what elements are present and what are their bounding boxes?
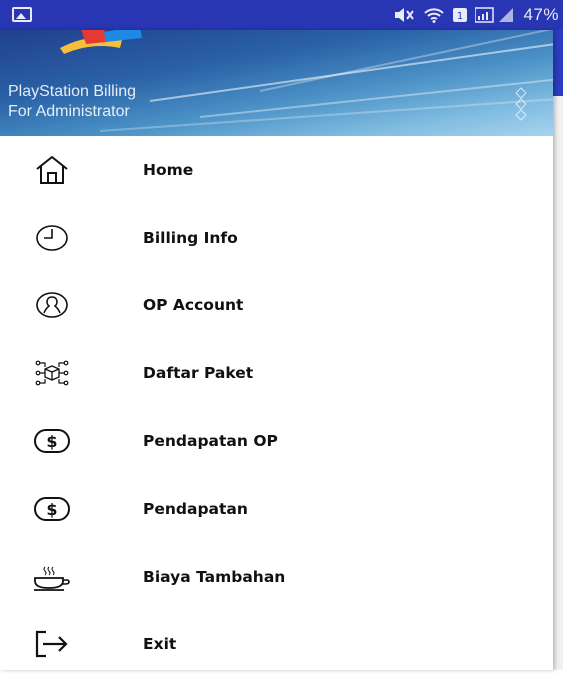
menu-item-home[interactable]: Home: [0, 136, 553, 204]
package-network-icon: [32, 356, 72, 390]
dollar-icon: $: [32, 492, 72, 526]
header-title-line1: PlayStation Billing: [8, 83, 137, 100]
signal-icon: [475, 7, 514, 23]
menu-item-label: Billing Info: [143, 228, 238, 247]
menu-item-exit[interactable]: Exit: [0, 611, 553, 678]
drawer-menu: Home Billing Info OP Account Daftar Pake…: [0, 136, 553, 678]
status-icons: 1 47%: [393, 5, 559, 25]
clock-icon: [32, 221, 72, 255]
navigation-drawer: PlayStation Billing For Administrator Ho…: [0, 30, 553, 670]
home-icon: [32, 153, 72, 187]
menu-item-label: Pendapatan OP: [143, 432, 278, 451]
status-bar: 1 47%: [0, 0, 563, 30]
exit-icon: [32, 627, 72, 661]
mute-icon: [395, 8, 415, 22]
menu-item-biaya-tambahan[interactable]: Biaya Tambahan: [0, 543, 553, 611]
playstation-logo-icon: [60, 30, 142, 54]
drawer-header: PlayStation Billing For Administrator: [0, 30, 553, 136]
menu-item-label: Pendapatan: [143, 499, 248, 518]
menu-item-pendapatan[interactable]: $ Pendapatan: [0, 475, 553, 543]
battery-percent: 47%: [523, 5, 559, 24]
header-title-line2: For Administrator: [8, 103, 130, 120]
menu-item-label: OP Account: [143, 296, 244, 315]
menu-item-label: Home: [143, 160, 194, 179]
svg-text:$: $: [46, 500, 57, 519]
underlying-app-bar: [553, 30, 563, 96]
dollar-icon: $: [32, 424, 72, 458]
svg-text:$: $: [46, 432, 57, 451]
menu-item-billing-info[interactable]: Billing Info: [0, 204, 553, 272]
drawer-header-title: PlayStation Billing For Administrator: [8, 82, 136, 122]
decorative-chevrons-icon: [515, 87, 527, 121]
menu-item-pendapatan-op[interactable]: $ Pendapatan OP: [0, 407, 553, 475]
menu-item-label: Exit: [143, 635, 177, 654]
menu-item-op-account[interactable]: OP Account: [0, 272, 553, 340]
menu-item-daftar-paket[interactable]: Daftar Paket: [0, 339, 553, 407]
underlying-screen: [553, 30, 563, 670]
sim-icon: 1: [453, 8, 468, 22]
menu-item-label: Daftar Paket: [143, 364, 254, 383]
account-icon: [32, 288, 72, 322]
menu-item-label: Biaya Tambahan: [143, 567, 286, 586]
svg-text:1: 1: [457, 11, 463, 22]
coffee-cup-icon: [32, 560, 72, 594]
gallery-icon: [12, 7, 32, 22]
wifi-icon: [424, 8, 445, 23]
